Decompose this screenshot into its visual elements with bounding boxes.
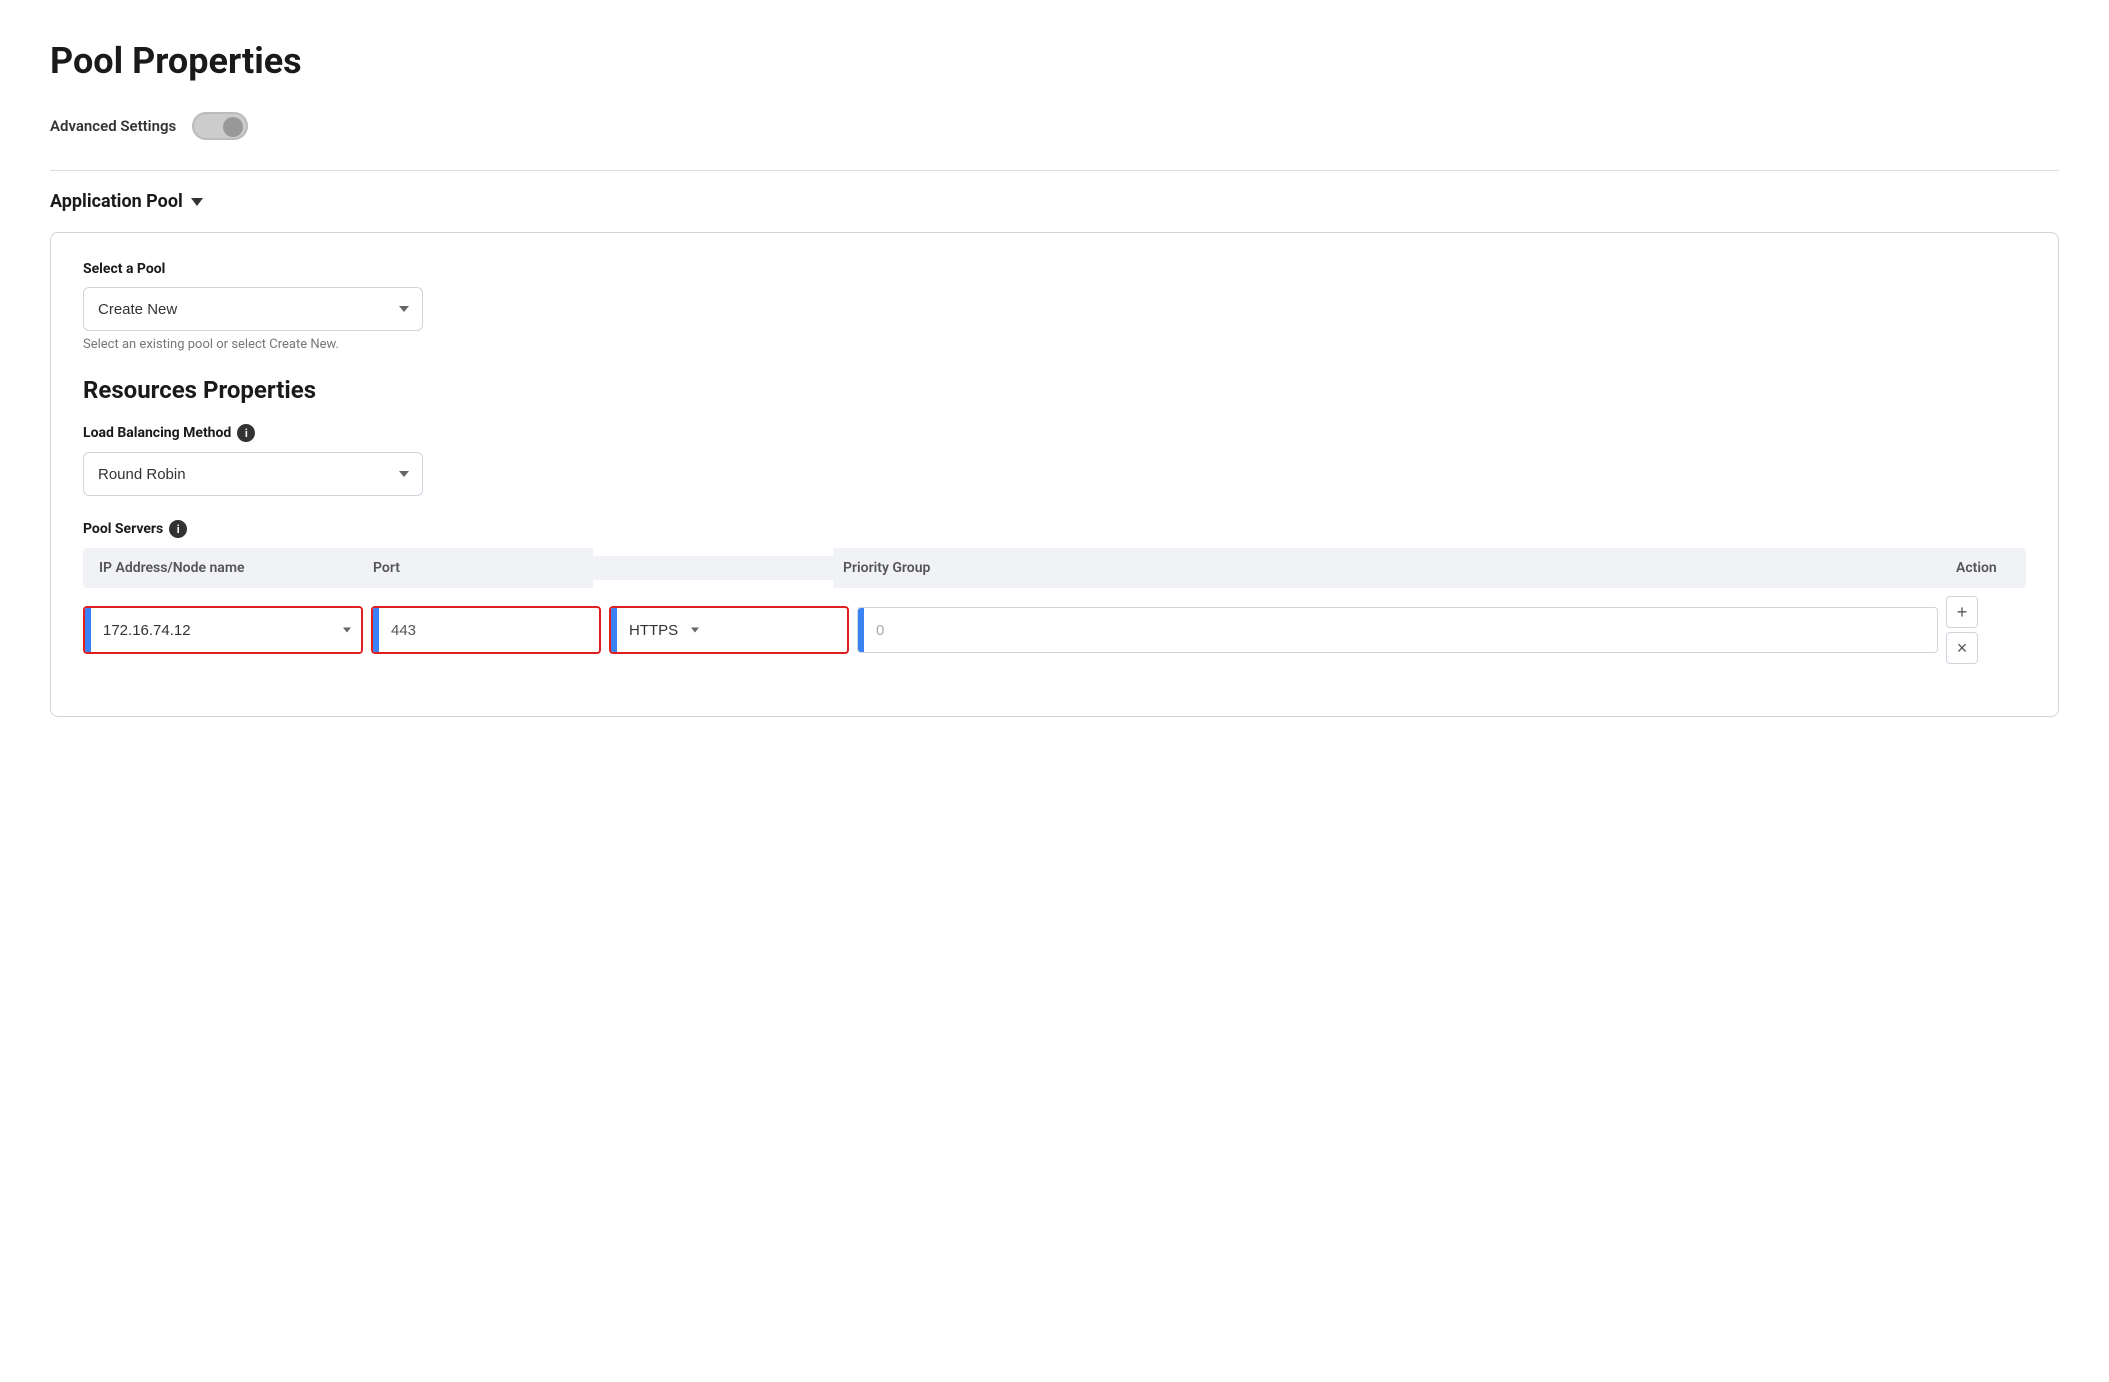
col-header-ip: IP Address/Node name — [83, 548, 363, 588]
protocol-dropdown[interactable]: HTTPS HTTP TCP — [617, 608, 709, 652]
port-cell — [371, 606, 601, 654]
priority-input[interactable] — [864, 608, 1937, 652]
load-balancing-label: Load Balancing Method i — [83, 424, 2026, 442]
port-input[interactable] — [379, 608, 469, 652]
advanced-settings-label: Advanced Settings — [50, 117, 176, 135]
select-pool-dropdown[interactable]: Create New Pool 1 Pool 2 — [83, 287, 423, 331]
load-balancing-group: Load Balancing Method i Round Robin Leas… — [83, 424, 2026, 496]
col-header-port: Port — [363, 548, 593, 588]
protocol-select-wrapper: HTTPS HTTP TCP — [617, 608, 709, 652]
ip-cell: 172.16.74.12 — [83, 606, 363, 654]
ip-select-wrapper: 172.16.74.12 — [91, 608, 361, 652]
advanced-settings-toggle[interactable] — [192, 112, 248, 140]
select-pool-label: Select a Pool — [83, 261, 2026, 277]
pool-servers-table-header: IP Address/Node name Port Priority Group… — [83, 548, 2026, 588]
table-row: 172.16.74.12 HTTPS HTTP TCP — [83, 596, 2026, 664]
application-pool-section-header[interactable]: Application Pool — [50, 191, 2059, 212]
load-balancing-dropdown[interactable]: Round Robin Least Connections IP Hash — [83, 452, 423, 496]
col-header-priority: Priority Group — [833, 548, 1946, 588]
pool-servers-info-icon[interactable]: i — [169, 520, 187, 538]
resources-properties-title: Resources Properties — [83, 376, 2026, 404]
application-pool-card: Select a Pool Create New Pool 1 Pool 2 S… — [50, 232, 2059, 717]
remove-server-button[interactable]: × — [1946, 632, 1978, 664]
load-balancing-info-icon[interactable]: i — [237, 424, 255, 442]
priority-cell — [857, 607, 1938, 653]
application-pool-chevron-icon — [191, 198, 203, 206]
ip-address-dropdown[interactable]: 172.16.74.12 — [91, 608, 361, 652]
application-pool-title: Application Pool — [50, 191, 183, 212]
pool-servers-group: Pool Servers i IP Address/Node name Port… — [83, 520, 2026, 664]
select-pool-group: Select a Pool Create New Pool 1 Pool 2 S… — [83, 261, 2026, 352]
col-header-empty — [593, 556, 833, 580]
page-title: Pool Properties — [50, 40, 2059, 82]
action-buttons: + × — [1946, 596, 2026, 664]
pool-servers-label: Pool Servers i — [83, 520, 2026, 538]
load-balancing-wrapper: Round Robin Least Connections IP Hash — [83, 452, 423, 496]
add-server-button[interactable]: + — [1946, 596, 1978, 628]
col-header-action: Action — [1946, 548, 2026, 588]
protocol-cell: HTTPS HTTP TCP — [609, 606, 849, 654]
select-pool-hint: Select an existing pool or select Create… — [83, 337, 2026, 352]
section-divider — [50, 170, 2059, 171]
select-pool-wrapper: Create New Pool 1 Pool 2 — [83, 287, 423, 331]
